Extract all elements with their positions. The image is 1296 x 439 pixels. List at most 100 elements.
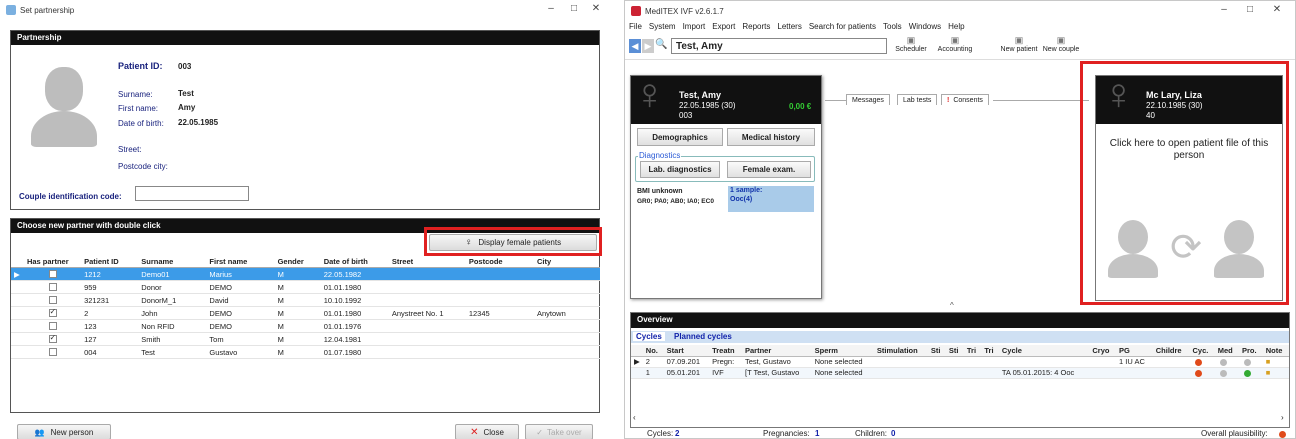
- maximize-button[interactable]: □: [1243, 4, 1257, 15]
- column-header[interactable]: City: [533, 256, 600, 268]
- column-header[interactable]: Cyc.: [1189, 345, 1215, 357]
- scroll-left-icon[interactable]: ‹: [633, 413, 636, 422]
- menu-item[interactable]: File: [629, 22, 642, 31]
- column-header[interactable]: Sti: [945, 345, 964, 357]
- column-header[interactable]: No.: [642, 345, 664, 357]
- collapse-arrow-icon[interactable]: ^: [950, 301, 954, 310]
- forward-arrow-icon[interactable]: ▶: [642, 39, 654, 53]
- has-partner-cell[interactable]: [23, 280, 82, 294]
- menu-item[interactable]: Reports: [742, 22, 770, 31]
- column-header[interactable]: Patient ID: [81, 256, 139, 268]
- column-header[interactable]: Treatn: [709, 345, 742, 357]
- table-row[interactable]: 321231 DonorM_1 David M 10.10.1992: [11, 293, 600, 307]
- toolbar-button[interactable]: ▣ New patient: [995, 35, 1043, 53]
- has-partner-cell[interactable]: [23, 332, 82, 346]
- has-partner-checkbox[interactable]: [48, 283, 57, 291]
- demographics-button[interactable]: Demographics: [637, 128, 723, 146]
- has-partner-cell[interactable]: [23, 306, 82, 320]
- table-row[interactable]: 004 Test Gustavo M 01.07.1980: [11, 345, 600, 359]
- tab-lab-tests[interactable]: Lab tests: [897, 94, 938, 105]
- close-window-button[interactable]: ✕: [589, 3, 603, 14]
- current-patient-field[interactable]: Test, Amy: [671, 38, 887, 54]
- tab-planned-cycles[interactable]: Planned cycles: [671, 332, 735, 341]
- take-over-button[interactable]: ✓ Take over: [525, 424, 593, 439]
- has-partner-checkbox[interactable]: [48, 307, 57, 317]
- search-patient-icon[interactable]: 🔍: [655, 39, 669, 53]
- tab-consents[interactable]: ! Consents: [941, 94, 989, 105]
- table-row[interactable]: 959 Donor DEMO M 01.01.1980: [11, 280, 600, 294]
- column-header[interactable]: Gender: [274, 256, 321, 268]
- has-partner-checkbox[interactable]: [48, 296, 57, 304]
- back-arrow-icon[interactable]: ◀: [629, 39, 641, 53]
- has-partner-cell[interactable]: [23, 319, 82, 333]
- column-header[interactable]: Sti: [927, 345, 946, 357]
- has-partner-cell[interactable]: [23, 293, 82, 307]
- column-header[interactable]: Med: [1214, 345, 1239, 357]
- column-header[interactable]: Cycle: [998, 345, 1090, 357]
- maximize-button[interactable]: □: [567, 3, 581, 14]
- column-header[interactable]: Cryo: [1089, 345, 1117, 357]
- table-row[interactable]: 1 05.01.201 IVF [T Test, Gustavo None select…: [631, 367, 1289, 379]
- menu-item[interactable]: System: [649, 22, 676, 31]
- partner-table: Has partner Patient ID Surname First name Ge…: [11, 256, 600, 359]
- table-row[interactable]: 127SmithTomM12.04.1981: [11, 332, 600, 346]
- minimize-button[interactable]: –: [1217, 4, 1231, 15]
- menu-item[interactable]: Tools: [883, 22, 902, 31]
- close-window-button[interactable]: ✕: [1270, 4, 1284, 15]
- tab-messages[interactable]: Messages: [846, 94, 890, 105]
- couple-code-input[interactable]: [135, 186, 249, 201]
- column-header[interactable]: Street: [388, 256, 466, 268]
- column-header[interactable]: Pro.: [1238, 345, 1263, 357]
- column-header[interactable]: Sperm: [811, 345, 874, 357]
- has-partner-cell[interactable]: [23, 267, 82, 281]
- tab-line: [993, 100, 1089, 101]
- column-header[interactable]: Date of birth: [320, 256, 389, 268]
- cycle-status-cell: [1189, 356, 1215, 368]
- medical-history-button[interactable]: Medical history: [727, 128, 815, 146]
- menu-item[interactable]: Export: [712, 22, 735, 31]
- menu-item[interactable]: Import: [683, 22, 706, 31]
- column-header[interactable]: Childre: [1152, 345, 1190, 357]
- take-over-label: Take over: [547, 427, 582, 437]
- table-row[interactable]: 2JohnDEMOM01.01.1980Anystreet No. 112345…: [11, 306, 600, 320]
- cell-surname: Test: [138, 345, 207, 359]
- female-exam-button[interactable]: Female exam.: [727, 161, 811, 178]
- menu-item[interactable]: Search for patients: [809, 22, 876, 31]
- surname-value: Test: [178, 89, 194, 98]
- check-icon: ✓: [536, 427, 543, 437]
- table-row[interactable]: ▶ 1212 Demo01 Marius M 22.05.1982: [11, 267, 600, 281]
- menu-item[interactable]: Letters: [777, 22, 801, 31]
- column-header[interactable]: PG: [1116, 345, 1153, 357]
- tab-cycles[interactable]: Cycles: [633, 332, 665, 341]
- scroll-right-icon[interactable]: ›: [1281, 413, 1284, 422]
- has-partner-checkbox[interactable]: [48, 270, 57, 278]
- column-header[interactable]: First name: [206, 256, 275, 268]
- column-header[interactable]: Stimulation: [873, 345, 928, 357]
- has-partner-checkbox[interactable]: [48, 333, 57, 343]
- close-button[interactable]: ✕ Close: [455, 424, 519, 439]
- toolbar-button[interactable]: ▣ Accounting: [931, 35, 979, 53]
- toolbar-button[interactable]: ▣ New couple: [1037, 35, 1085, 53]
- column-header[interactable]: Postcode: [465, 256, 534, 268]
- column-header[interactable]: Start: [663, 345, 710, 357]
- table-row[interactable]: ▶ 2 07.09.201 Pregn: Test, Gustavo None selec…: [631, 356, 1289, 368]
- column-header[interactable]: Tri: [963, 345, 982, 357]
- lab-diagnostics-button[interactable]: Lab. diagnostics: [640, 161, 720, 178]
- has-partner-checkbox[interactable]: [48, 322, 57, 330]
- column-header[interactable]: Has partner: [23, 256, 82, 268]
- column-header[interactable]: Tri: [981, 345, 999, 357]
- new-person-button[interactable]: 👥 New person: [17, 424, 111, 439]
- has-partner-cell[interactable]: [23, 345, 82, 359]
- cell-street: [388, 345, 466, 359]
- minimize-button[interactable]: –: [544, 3, 558, 14]
- cell-surname: Smith: [138, 332, 207, 346]
- card-dob: 22.05.1985 (30): [679, 101, 736, 110]
- has-partner-checkbox[interactable]: [48, 348, 57, 356]
- column-header[interactable]: Surname: [138, 256, 207, 268]
- column-header[interactable]: Note: [1262, 345, 1289, 357]
- table-row[interactable]: 123 Non RFID DEMO M 01.01.1976: [11, 319, 600, 333]
- menu-item[interactable]: Help: [948, 22, 964, 31]
- menu-item[interactable]: Windows: [909, 22, 941, 31]
- column-header[interactable]: Partner: [742, 345, 812, 357]
- toolbar-button[interactable]: ▣ Scheduler: [887, 35, 935, 53]
